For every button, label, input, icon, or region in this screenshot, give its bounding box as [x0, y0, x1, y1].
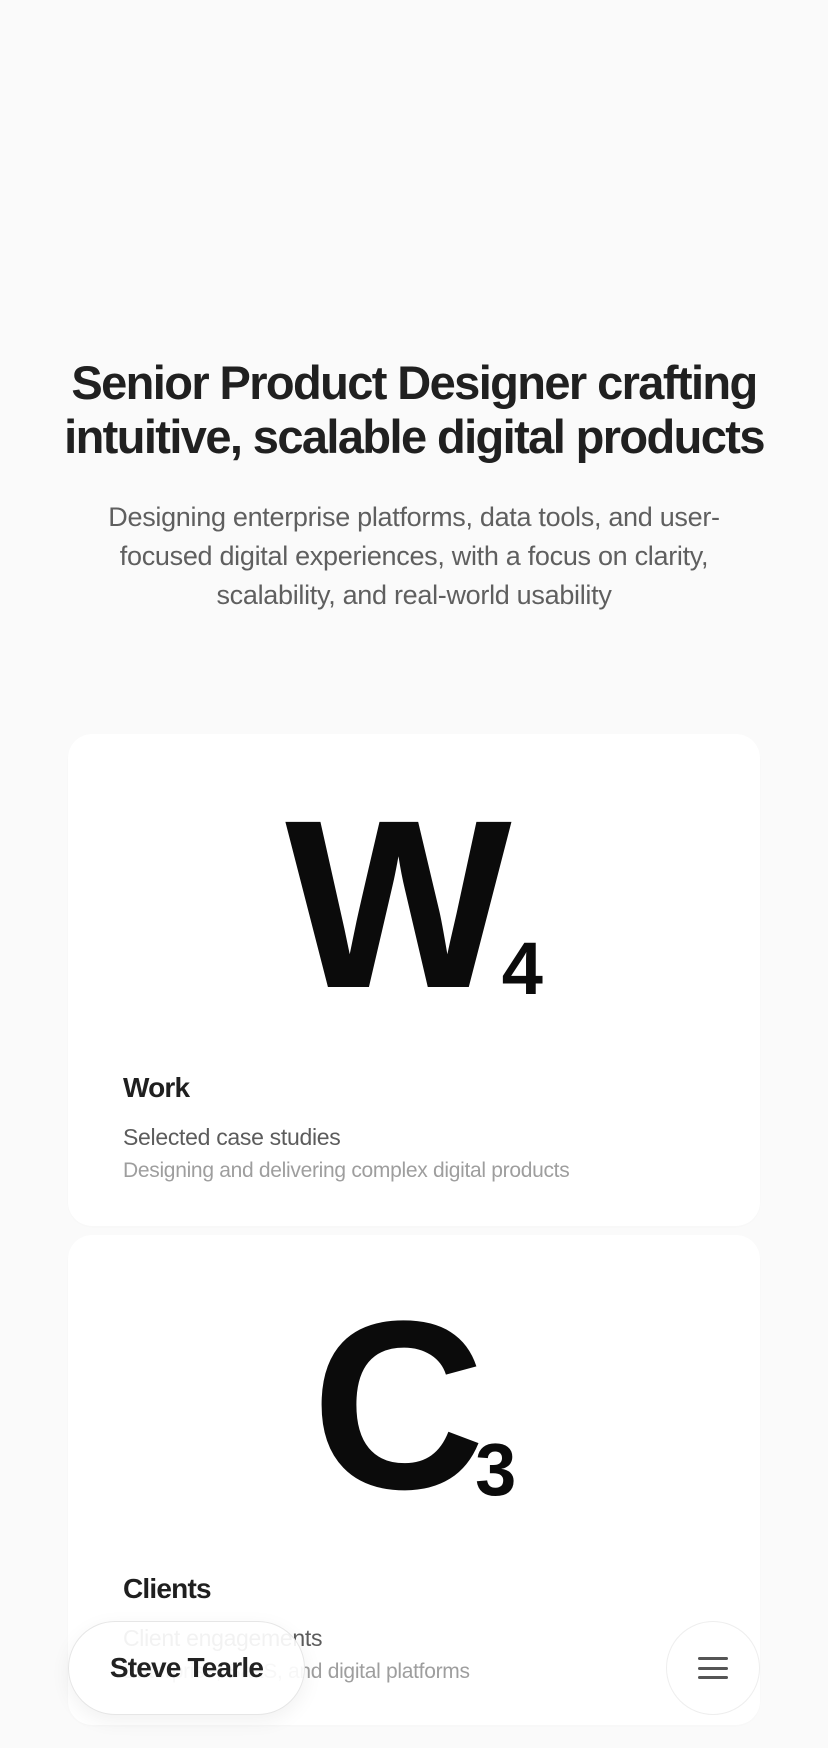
clients-title: Clients [123, 1573, 212, 1604]
work-letter: W [285, 770, 512, 1038]
work-card[interactable]: W4 Work Selected case studies Designing … [68, 734, 760, 1226]
clients-glyph: C3 [68, 1271, 760, 1539]
work-count: 4 [501, 927, 543, 1010]
work-title: Work [123, 1072, 190, 1103]
work-subtitle: Selected case studies [123, 1124, 341, 1150]
hero-description: Designing enterprise platforms, data too… [108, 502, 720, 610]
portfolio-page: Senior Product Designer crafting intuiti… [0, 0, 828, 1748]
menu-button[interactable] [666, 1621, 760, 1715]
home-name-button[interactable]: Steve Tearle [68, 1621, 305, 1715]
work-description: Designing and delivering complex digital… [123, 1159, 570, 1182]
hero-headline: Senior Product Designer crafting intuiti… [64, 356, 765, 463]
clients-letter: C [311, 1271, 485, 1539]
hero-section: Senior Product Designer crafting intuiti… [60, 356, 768, 615]
hamburger-menu-icon [698, 1657, 728, 1679]
clients-count: 3 [475, 1428, 517, 1511]
work-glyph: W4 [68, 770, 760, 1038]
